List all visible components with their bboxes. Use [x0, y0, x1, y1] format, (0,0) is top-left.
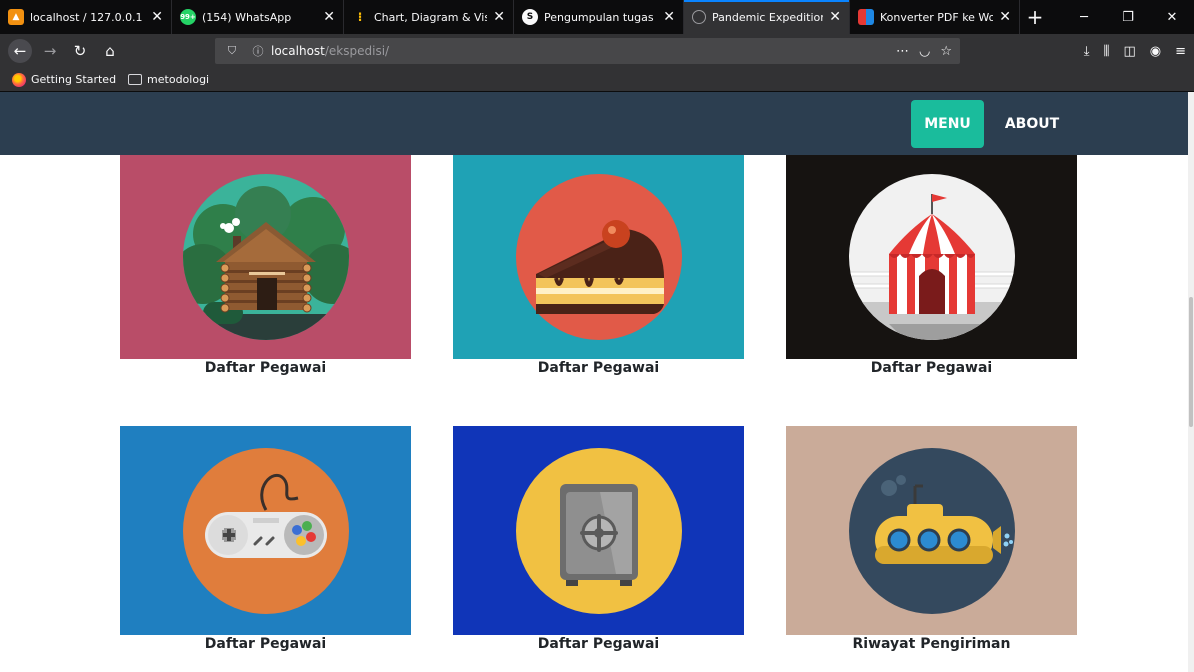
- page-viewport: MENU ABOUT Daftar Pegawai Daftar Pegawai…: [0, 92, 1194, 672]
- submarine-icon: [848, 447, 1015, 614]
- card-image[interactable]: [120, 155, 411, 359]
- game-controller-icon: [182, 447, 349, 614]
- card-caption[interactable]: Daftar Pegawai: [120, 635, 411, 653]
- nav-menu-link[interactable]: MENU: [911, 100, 984, 148]
- bookmarks-bar: Getting Started metodologi: [0, 68, 1194, 92]
- sidebar-icon[interactable]: ◫: [1123, 44, 1135, 59]
- card-caption[interactable]: Daftar Pegawai: [453, 635, 744, 653]
- tab-title: (154) WhatsApp: [202, 10, 292, 24]
- menu-hamburger-icon[interactable]: ≡: [1175, 44, 1186, 59]
- library-icon[interactable]: ⫼: [1103, 44, 1109, 59]
- tab-title: Konverter PDF ke Word: [880, 10, 994, 24]
- cake-slice-icon: [515, 174, 682, 340]
- card-caption[interactable]: Daftar Pegawai: [120, 359, 411, 377]
- scrollbar-thumb[interactable]: [1189, 297, 1193, 427]
- close-window-icon[interactable]: ✕: [1150, 0, 1194, 34]
- sparkle-icon: ⁝: [357, 10, 363, 24]
- circus-tent-icon: [848, 174, 1015, 340]
- card-caption[interactable]: Daftar Pegawai: [786, 359, 1077, 377]
- info-icon[interactable]: ⓘ: [249, 43, 267, 59]
- pdf-converter-icon: [858, 9, 874, 25]
- shield-icon[interactable]: ⛉: [223, 44, 241, 58]
- folder-icon: [128, 74, 143, 85]
- browser-tab-phpmyadmin[interactable]: ▲ localhost / 127.0.0.1 / eks ✕: [0, 0, 172, 34]
- tab-title: Chart, Diagram & Visual: [374, 10, 488, 24]
- bookmark-metodologi[interactable]: metodologi: [128, 73, 209, 86]
- browser-tab-chart[interactable]: ⁝ Chart, Diagram & Visual ✕: [344, 0, 514, 34]
- bookmark-label: metodologi: [147, 73, 210, 86]
- firefox-icon: [12, 72, 26, 87]
- forward-button[interactable]: →: [38, 39, 62, 63]
- url-path: /ekspedisi/: [324, 44, 390, 58]
- new-tab-button[interactable]: +: [1020, 0, 1050, 34]
- window-controls: ─ ❐ ✕: [1062, 0, 1194, 34]
- card-image[interactable]: [120, 426, 411, 635]
- reload-button[interactable]: ↻: [68, 39, 92, 63]
- globe-icon: [692, 10, 706, 24]
- close-icon[interactable]: ✕: [323, 9, 335, 25]
- card-riwayat-pengiriman[interactable]: Riwayat Pengiriman: [786, 426, 1077, 653]
- close-icon[interactable]: ✕: [663, 9, 675, 25]
- restore-icon[interactable]: ❐: [1106, 0, 1150, 34]
- more-actions-icon[interactable]: ⋯: [896, 44, 909, 59]
- tab-title: Pandemic Expedition: [712, 10, 824, 24]
- browser-toolbar: ← → ↻ ⌂ ⛉ ⓘ localhost/ekspedisi/ ⋯ ◡ ☆ ⤓…: [0, 34, 1194, 68]
- card-daftar-pegawai-2[interactable]: Daftar Pegawai: [453, 155, 744, 377]
- card-image[interactable]: [786, 426, 1077, 635]
- card-image[interactable]: [786, 155, 1077, 359]
- tab-title: Pengumpulan tugas kel: [544, 10, 657, 24]
- url-host: localhost: [271, 44, 325, 58]
- browser-tab-pengumpulan[interactable]: S Pengumpulan tugas kel ✕: [514, 0, 684, 34]
- close-icon[interactable]: ✕: [829, 9, 841, 25]
- browser-tab-whatsapp[interactable]: 99+ (154) WhatsApp ✕: [172, 0, 344, 34]
- pocket-icon[interactable]: ◡: [919, 44, 930, 59]
- card-caption[interactable]: Riwayat Pengiriman: [786, 635, 1077, 653]
- s-logo-icon: S: [522, 9, 538, 25]
- home-button[interactable]: ⌂: [98, 39, 122, 63]
- back-button[interactable]: ←: [8, 39, 32, 63]
- card-image[interactable]: [453, 426, 744, 635]
- nav-about-link[interactable]: ABOUT: [996, 100, 1068, 148]
- card-image[interactable]: [453, 155, 744, 359]
- download-icon[interactable]: ⤓: [1084, 44, 1090, 59]
- site-header: MENU ABOUT: [0, 92, 1188, 155]
- bookmark-getting-started[interactable]: Getting Started: [12, 72, 117, 87]
- log-cabin-icon: [182, 174, 349, 340]
- bookmark-label: Getting Started: [31, 73, 117, 86]
- whatsapp-icon: 99+: [180, 9, 196, 25]
- account-icon[interactable]: ◉: [1150, 44, 1161, 59]
- card-daftar-pegawai-4[interactable]: Daftar Pegawai: [120, 426, 411, 653]
- card-daftar-pegawai-1[interactable]: Daftar Pegawai: [120, 155, 411, 377]
- browser-tab-bar: ▲ localhost / 127.0.0.1 / eks ✕ 99+ (154…: [0, 0, 1194, 34]
- safe-icon: [515, 447, 682, 614]
- card-daftar-pegawai-5[interactable]: Daftar Pegawai: [453, 426, 744, 653]
- tab-title: localhost / 127.0.0.1 / eks: [30, 10, 145, 24]
- bookmark-star-icon[interactable]: ☆: [940, 44, 952, 59]
- card-daftar-pegawai-3[interactable]: Daftar Pegawai: [786, 155, 1077, 377]
- phpmyadmin-icon: ▲: [8, 9, 24, 25]
- browser-tab-konverter[interactable]: Konverter PDF ke Word ✕: [850, 0, 1020, 34]
- minimize-icon[interactable]: ─: [1062, 0, 1106, 34]
- url-bar[interactable]: ⛉ ⓘ localhost/ekspedisi/ ⋯ ◡ ☆: [215, 38, 960, 64]
- page-scrollbar[interactable]: [1188, 92, 1194, 672]
- close-icon[interactable]: ✕: [999, 9, 1011, 25]
- browser-tab-pandemic-expedition[interactable]: Pandemic Expedition ✕: [684, 0, 850, 34]
- close-icon[interactable]: ✕: [151, 9, 163, 25]
- close-icon[interactable]: ✕: [493, 9, 505, 25]
- card-caption[interactable]: Daftar Pegawai: [453, 359, 744, 377]
